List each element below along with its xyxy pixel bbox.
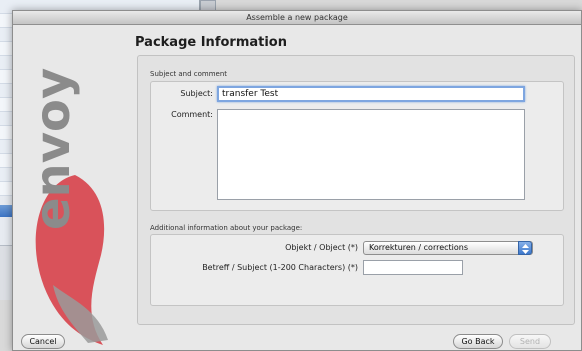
objekt-selected-value: Korrekturen / corrections (369, 243, 469, 252)
additional-section-legend: Additional information about your packag… (150, 224, 303, 232)
cancel-button[interactable]: Cancel (21, 334, 65, 349)
select-arrows-icon (518, 241, 532, 255)
subject-input[interactable]: transfer Test (217, 86, 525, 102)
additional-info-group: Objekt / Object (*) Korrekturen / correc… (150, 234, 564, 306)
objekt-select[interactable]: Korrekturen / corrections (363, 241, 533, 255)
send-button[interactable]: Send (509, 334, 551, 349)
objekt-label: Objekt / Object (*) (285, 243, 358, 252)
window-title: Assemble a new package (13, 11, 581, 25)
comment-label: Comment: (171, 110, 213, 119)
betreff-input[interactable] (363, 260, 463, 275)
envoy-logo-text: envoy (25, 68, 81, 230)
subject-comment-group: Subject: transfer Test Comment: (150, 81, 564, 211)
assemble-package-dialog: Assemble a new package envoy Package Inf… (12, 10, 582, 351)
comment-textarea[interactable] (217, 109, 525, 200)
envoy-logo: envoy (13, 25, 125, 345)
subject-section-legend: Subject and comment (150, 70, 228, 78)
betreff-label: Betreff / Subject (1-200 Characters) (*) (202, 263, 358, 272)
content-panel: Subject and comment Subject: transfer Te… (137, 55, 575, 325)
page-title: Package Information (135, 35, 287, 50)
subject-label: Subject: (180, 89, 213, 98)
go-back-button[interactable]: Go Back (453, 334, 503, 349)
